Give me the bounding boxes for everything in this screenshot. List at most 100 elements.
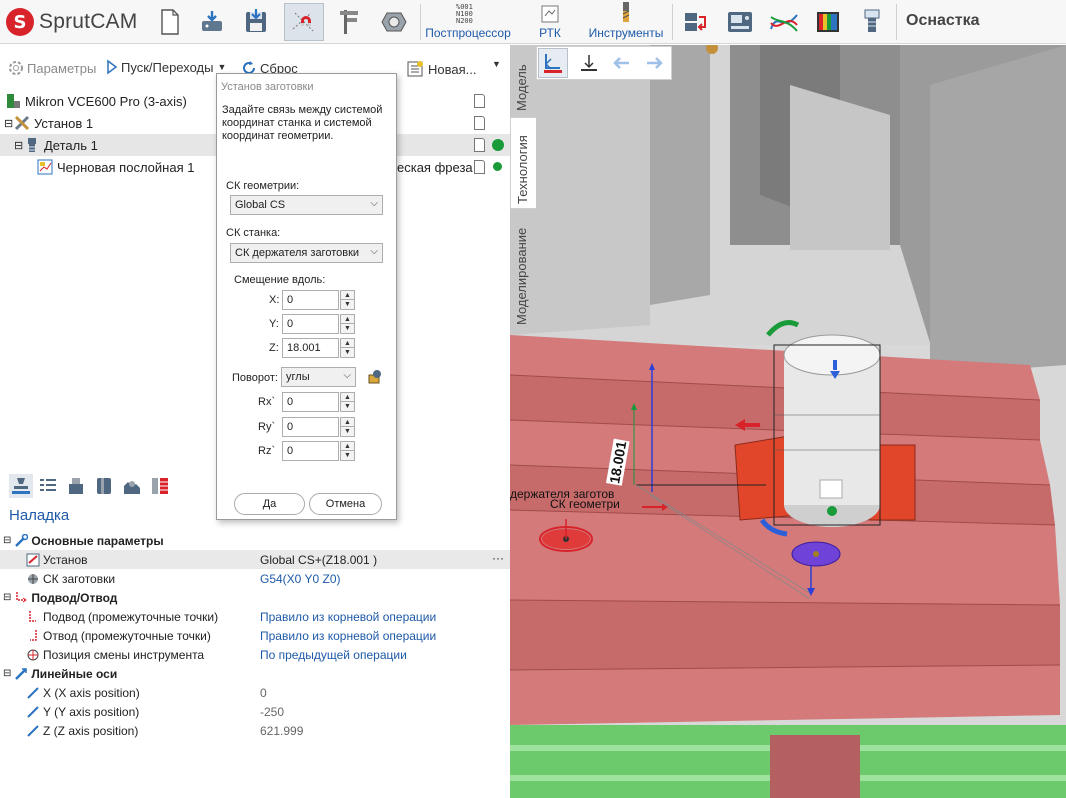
group-basic-params[interactable]: ⊟ Основные параметры bbox=[0, 531, 510, 550]
z-offset-input[interactable]: 18.001 ▲ ▼ bbox=[282, 338, 356, 358]
new-file-button[interactable] bbox=[150, 3, 190, 41]
back-button[interactable] bbox=[606, 48, 636, 78]
tools-button[interactable]: Инструменты bbox=[584, 2, 668, 42]
ry-input[interactable]: 0 ▲ ▼ bbox=[282, 417, 356, 437]
tab-simulation[interactable]: Моделирование bbox=[510, 209, 536, 329]
pick-rotation-icon[interactable] bbox=[367, 369, 383, 385]
z-offset-field[interactable]: 18.001 bbox=[282, 338, 339, 358]
prop-row-setup[interactable]: Установ Global CS+(Z18.001 ) ··· bbox=[0, 550, 510, 569]
machine-panel-button[interactable] bbox=[720, 3, 760, 41]
cancel-button[interactable]: Отмена bbox=[309, 493, 382, 515]
ry-field[interactable]: 0 bbox=[282, 417, 339, 437]
y-offset-field[interactable]: 0 bbox=[282, 314, 339, 334]
caliper-button[interactable] bbox=[330, 3, 370, 41]
decrement-button[interactable]: ▼ bbox=[341, 300, 354, 309]
decrement-button[interactable]: ▼ bbox=[341, 451, 354, 460]
collapse-icon[interactable]: ⊟ bbox=[3, 668, 11, 679]
open-file-button[interactable] bbox=[192, 3, 232, 41]
rx-field[interactable]: 0 bbox=[282, 392, 339, 412]
prop-value[interactable]: По предыдущей операции bbox=[256, 645, 510, 664]
machine-icon bbox=[7, 94, 20, 108]
postprocessor-button[interactable]: %001 N100 N200 Постпроцессор bbox=[423, 2, 513, 42]
tab-remainder-icon[interactable] bbox=[150, 476, 170, 496]
x-offset-input[interactable]: 0 ▲ ▼ bbox=[282, 290, 356, 310]
tab-technology[interactable]: Технология bbox=[510, 117, 536, 209]
prop-value-setup[interactable]: Global CS+(Z18.001 ) ··· bbox=[256, 550, 510, 569]
save-button[interactable] bbox=[236, 3, 276, 41]
select-value: СК держателя заготовки bbox=[235, 247, 360, 259]
prop-value[interactable]: Правило из корневой операции bbox=[256, 626, 510, 645]
rz-field[interactable]: 0 bbox=[282, 441, 339, 461]
collapse-icon[interactable]: ⊟ bbox=[3, 535, 11, 546]
new-operation-dropdown[interactable]: ▼ bbox=[492, 59, 501, 69]
document-icon[interactable] bbox=[474, 94, 485, 108]
prop-row-y-axis[interactable]: Y (Y axis position) -250 bbox=[0, 702, 510, 721]
transform-button[interactable] bbox=[676, 3, 716, 41]
prop-row-tool-change[interactable]: Позиция смены инструмента По предыдущей … bbox=[0, 645, 510, 664]
fixture-button[interactable] bbox=[374, 3, 414, 41]
increment-button[interactable]: ▲ bbox=[341, 393, 354, 402]
tab-list-icon[interactable] bbox=[38, 476, 58, 496]
align-bottom-tool[interactable] bbox=[574, 48, 604, 78]
prop-row-approach[interactable]: Подвод (промежуточные точки) Правило из … bbox=[0, 607, 510, 626]
tab-holder-icon[interactable] bbox=[66, 476, 86, 496]
more-options-button[interactable]: ··· bbox=[492, 551, 504, 565]
chevron-down-icon: ▼ bbox=[492, 59, 501, 69]
section-title-setup: Наладка bbox=[9, 507, 70, 524]
3d-viewport[interactable]: держателя заготов СК геометри 18.001 bbox=[510, 45, 1066, 798]
prop-value[interactable]: 0 bbox=[256, 683, 510, 702]
prop-row-x-axis[interactable]: X (X axis position) 0 bbox=[0, 683, 510, 702]
axis-arrow-icon bbox=[27, 724, 39, 737]
decrement-button[interactable]: ▼ bbox=[341, 402, 354, 411]
snap-tool-button[interactable] bbox=[284, 3, 324, 41]
toolbar-separator bbox=[896, 4, 897, 40]
document-icon[interactable] bbox=[474, 116, 485, 130]
forward-button[interactable] bbox=[640, 48, 670, 78]
holder-button[interactable] bbox=[852, 3, 892, 41]
document-icon[interactable] bbox=[474, 160, 485, 174]
decrement-button[interactable]: ▼ bbox=[341, 427, 354, 436]
x-offset-field[interactable]: 0 bbox=[282, 290, 339, 310]
collapse-icon[interactable]: ⊟ bbox=[14, 139, 24, 152]
parameters-button[interactable]: Параметры bbox=[7, 59, 96, 77]
increment-button[interactable]: ▲ bbox=[341, 442, 354, 451]
prop-value[interactable]: Правило из корневой операции bbox=[256, 607, 510, 626]
machine-cs-select[interactable]: СК держателя заготовки ⌵ bbox=[230, 243, 383, 263]
document-icon[interactable] bbox=[474, 138, 485, 152]
rotation-mode-select[interactable]: углы ⌵ bbox=[281, 367, 356, 387]
rx-input[interactable]: 0 ▲ ▼ bbox=[282, 392, 356, 412]
increment-button[interactable]: ▲ bbox=[341, 291, 354, 300]
tab-stock-icon[interactable] bbox=[94, 476, 114, 496]
decrement-button[interactable]: ▼ bbox=[341, 324, 354, 333]
prop-value[interactable]: -250 bbox=[256, 702, 510, 721]
tab-model[interactable]: Модель bbox=[510, 45, 536, 117]
collapse-icon[interactable]: ⊟ bbox=[4, 117, 14, 130]
chevron-down-icon[interactable]: ▼ bbox=[217, 62, 226, 72]
run-transitions-button[interactable]: Пуск/Переходы ▼ bbox=[106, 59, 226, 75]
control-panel-icon bbox=[728, 12, 752, 32]
tab-fixture-icon[interactable] bbox=[122, 476, 142, 496]
rz-input[interactable]: 0 ▲ ▼ bbox=[282, 441, 356, 461]
geometry-cs-select[interactable]: Global CS ⌵ bbox=[230, 195, 383, 215]
ok-button[interactable]: Да bbox=[234, 493, 305, 515]
new-operation-button[interactable]: Новая... bbox=[405, 59, 476, 79]
rtk-button[interactable]: РТК bbox=[530, 2, 570, 42]
prop-row-retract[interactable]: Отвод (промежуточные точки) Правило из к… bbox=[0, 626, 510, 645]
prop-value[interactable]: 621.999 bbox=[256, 721, 510, 740]
prop-name: СК заготовки bbox=[43, 571, 116, 586]
prop-row-z-axis[interactable]: Z (Z axis position) 621.999 bbox=[0, 721, 510, 740]
decrement-button[interactable]: ▼ bbox=[341, 348, 354, 357]
tab-setup-icon[interactable] bbox=[8, 474, 34, 498]
increment-button[interactable]: ▲ bbox=[341, 418, 354, 427]
collapse-icon[interactable]: ⊟ bbox=[3, 592, 11, 603]
color-display-button[interactable] bbox=[808, 3, 848, 41]
increment-button[interactable]: ▲ bbox=[341, 339, 354, 348]
increment-button[interactable]: ▲ bbox=[341, 315, 354, 324]
prop-value[interactable]: G54(X0 Y0 Z0) bbox=[256, 569, 510, 588]
group-linear-axes[interactable]: ⊟ Линейные оси bbox=[0, 664, 510, 683]
group-approach-retract[interactable]: ⊟ Подвод/Отвод bbox=[0, 588, 510, 607]
curves-button[interactable] bbox=[764, 3, 804, 41]
prop-row-workpiece-cs[interactable]: СК заготовки G54(X0 Y0 Z0) bbox=[0, 569, 510, 588]
y-offset-input[interactable]: 0 ▲ ▼ bbox=[282, 314, 356, 334]
workpiece-setup-tool[interactable] bbox=[538, 48, 568, 78]
